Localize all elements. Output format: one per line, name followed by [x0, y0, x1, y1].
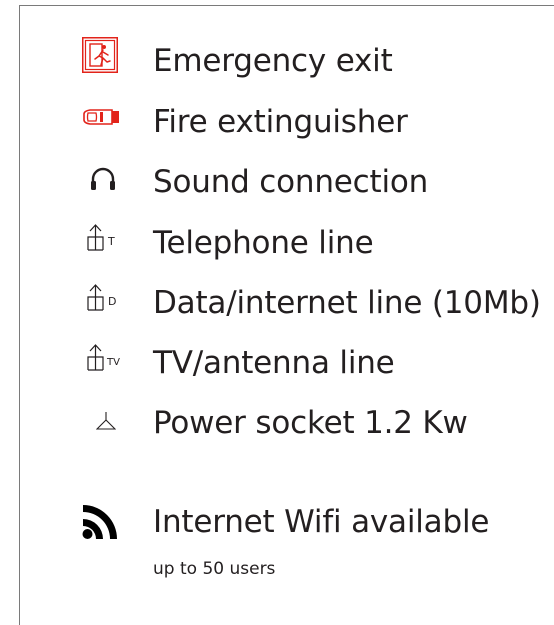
legend-item-tv-antenna-line: TV TV/antenna line [0, 337, 554, 393]
legend-label: TV/antenna line [153, 345, 395, 381]
socket-tag: TV [106, 357, 120, 368]
wifi-sublabel: up to 50 users [153, 559, 276, 579]
legend-label: Data/internet line (10Mb) [153, 285, 541, 321]
legend-item-wifi: Internet Wifi available [0, 502, 554, 558]
data-socket-icon: D [87, 284, 116, 311]
power-socket-icon [96, 412, 116, 430]
legend-label: Telephone line [153, 225, 374, 261]
legend-item-emergency-exit: Emergency exit [0, 35, 554, 91]
socket-tag: T [107, 235, 115, 248]
legend-label: Power socket 1.2 Kw [153, 405, 468, 441]
legend-label: Sound connection [153, 164, 429, 200]
socket-tag: D [108, 295, 116, 308]
emergency-exit-icon [82, 37, 118, 73]
legend-item-fire-extinguisher: Fire extinguisher [0, 96, 554, 152]
legend-item-power-socket: Power socket 1.2 Kw [0, 397, 554, 453]
legend-label: Internet Wifi available [153, 504, 490, 540]
legend-label: Emergency exit [153, 43, 393, 79]
fire-extinguisher-icon [83, 109, 119, 125]
legend-item-telephone-line: T Telephone line [0, 217, 554, 273]
wifi-icon [82, 505, 117, 539]
legend-label: Fire extinguisher [153, 104, 408, 140]
telephone-socket-icon: T [87, 224, 115, 251]
headphones-icon [91, 167, 115, 190]
legend-item-data-internet-line: D Data/internet line (10Mb) [0, 277, 554, 333]
tv-socket-icon: TV [87, 344, 120, 371]
legend-item-sound-connection: Sound connection [0, 156, 554, 212]
